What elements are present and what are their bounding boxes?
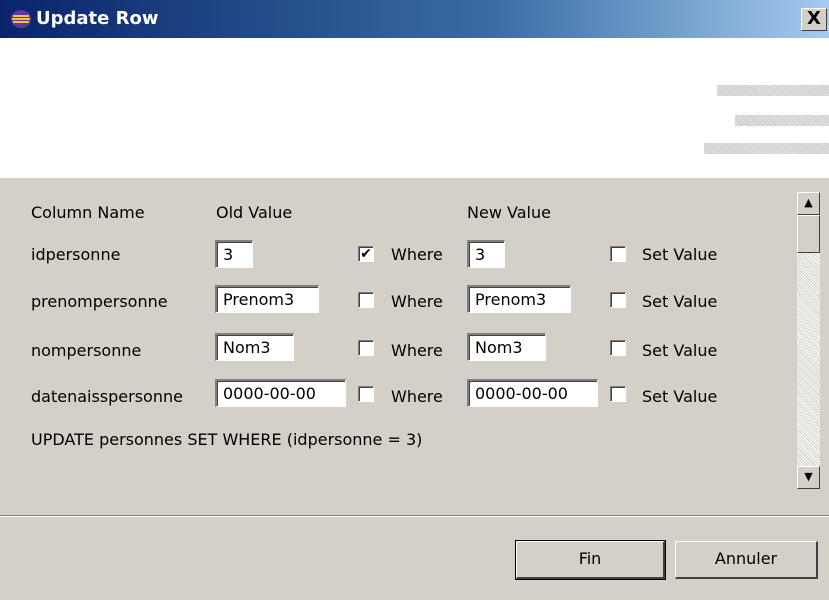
scroll-down-button[interactable]: ▼ (797, 466, 820, 489)
where-checkbox[interactable] (358, 292, 374, 308)
scroll-up-button[interactable]: ▲ (797, 192, 820, 215)
row-column-name: prenompersonne (31, 292, 168, 311)
row-column-name: nompersonne (31, 341, 142, 360)
title-bar: Update Row X (0, 0, 829, 38)
set-value-checkbox[interactable] (610, 246, 626, 262)
set-value-checkbox[interactable] (610, 340, 626, 356)
row-column-name: idpersonne (31, 245, 121, 264)
window-title: Update Row (36, 8, 159, 29)
old-value-field[interactable]: Nom3 (215, 333, 294, 361)
banner-decoration (704, 143, 829, 154)
banner-area (0, 38, 829, 178)
set-value-checkbox[interactable] (610, 292, 626, 308)
new-value-field[interactable]: Nom3 (467, 333, 546, 361)
old-value-header: Old Value (216, 203, 293, 222)
set-value-label: Set Value (642, 292, 718, 311)
new-value-field[interactable]: 0000-00-00 (467, 379, 598, 407)
banner-decoration (717, 85, 829, 96)
app-icon (11, 10, 31, 28)
finish-button[interactable]: Fin (515, 540, 666, 580)
divider (0, 516, 829, 517)
old-value-field[interactable]: 3 (215, 240, 253, 268)
set-value-label: Set Value (642, 341, 718, 360)
column-name-header: Column Name (31, 203, 145, 222)
where-checkbox[interactable] (358, 340, 374, 356)
divider (0, 177, 829, 178)
where-label: Where (391, 245, 443, 264)
where-label: Where (391, 292, 443, 311)
where-label: Where (391, 387, 443, 406)
new-value-header: New Value (467, 203, 551, 222)
old-value-field[interactable]: 0000-00-00 (215, 379, 346, 407)
close-button[interactable]: X (801, 8, 827, 31)
set-value-checkbox[interactable] (610, 386, 626, 402)
where-checkbox[interactable]: ✔ (358, 246, 374, 262)
arrow-up-icon: ▲ (804, 196, 813, 209)
old-value-field[interactable]: Prenom3 (215, 285, 319, 313)
cancel-button[interactable]: Annuler (675, 541, 818, 579)
checkmark-icon: ✔ (360, 246, 372, 262)
vertical-scrollbar[interactable]: ▲ ▼ (797, 192, 820, 489)
set-value-label: Set Value (642, 387, 718, 406)
scroll-thumb[interactable] (797, 215, 820, 253)
new-value-field[interactable]: 3 (467, 240, 505, 268)
sql-preview: UPDATE personnes SET WHERE (idpersonne =… (31, 430, 423, 449)
close-icon: X (807, 8, 821, 29)
where-checkbox[interactable] (358, 386, 374, 402)
arrow-down-icon: ▼ (804, 470, 813, 483)
row-column-name: datenaisspersonne (31, 387, 183, 406)
where-label: Where (391, 341, 443, 360)
new-value-field[interactable]: Prenom3 (467, 285, 571, 313)
set-value-label: Set Value (642, 245, 718, 264)
banner-decoration (735, 115, 829, 126)
